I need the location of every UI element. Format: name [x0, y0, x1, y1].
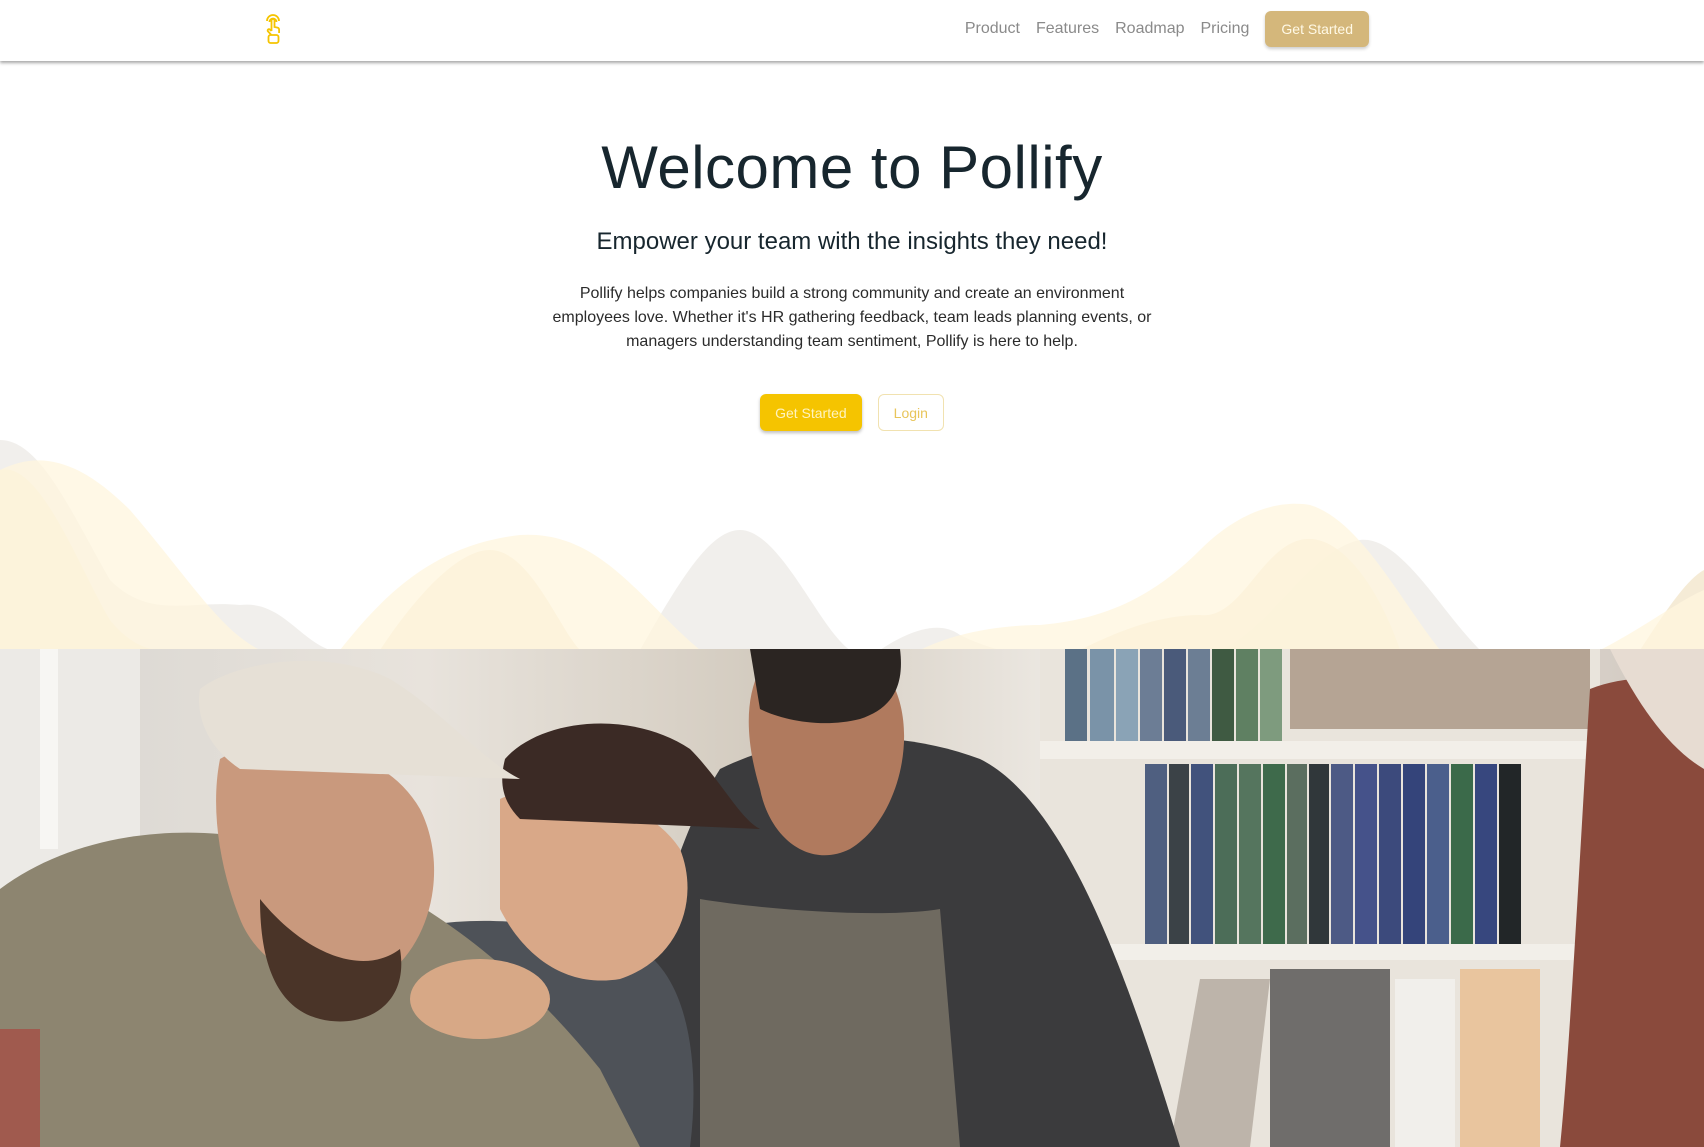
hand-tap-icon [266, 14, 280, 44]
navbar: Product Features Roadmap Pricing Get Sta… [0, 0, 1704, 61]
red-object [0, 1029, 40, 1147]
books-top-shelf [1065, 649, 1590, 741]
login-button[interactable]: Login [877, 394, 944, 431]
hero-description: Pollify helps companies build a strong c… [552, 285, 1152, 350]
window-frame [40, 649, 58, 849]
binders-middle-shelf [1145, 764, 1521, 944]
hero-subtitle: Empower your team with the insights they… [596, 228, 1108, 255]
decorative-waves [0, 440, 1704, 650]
nav-get-started-button[interactable]: Get Started [1265, 11, 1369, 47]
logo[interactable] [262, 12, 284, 46]
team-photo [0, 649, 1704, 1147]
nav-link-features[interactable]: Features [1036, 11, 1099, 47]
books-lower-shelf [1270, 969, 1540, 1147]
nav-link-roadmap[interactable]: Roadmap [1115, 11, 1184, 47]
hero-buttons: Get Started Login [0, 394, 1704, 431]
hero-section: Welcome to Pollify Empower your team wit… [0, 61, 1704, 431]
nav-link-product[interactable]: Product [965, 11, 1020, 47]
nav-link-pricing[interactable]: Pricing [1201, 11, 1250, 47]
hero-title: Welcome to Pollify [601, 134, 1103, 201]
shelf-board [1040, 741, 1600, 759]
shelf-board-2 [1040, 944, 1600, 960]
get-started-button[interactable]: Get Started [760, 394, 862, 431]
nav-links: Product Features Roadmap Pricing Get Sta… [965, 11, 1369, 47]
person-center-right-shirt [700, 899, 960, 1147]
team-photo-illustration [0, 649, 1704, 1147]
hands [410, 959, 550, 1039]
person-left-cap [199, 660, 520, 779]
